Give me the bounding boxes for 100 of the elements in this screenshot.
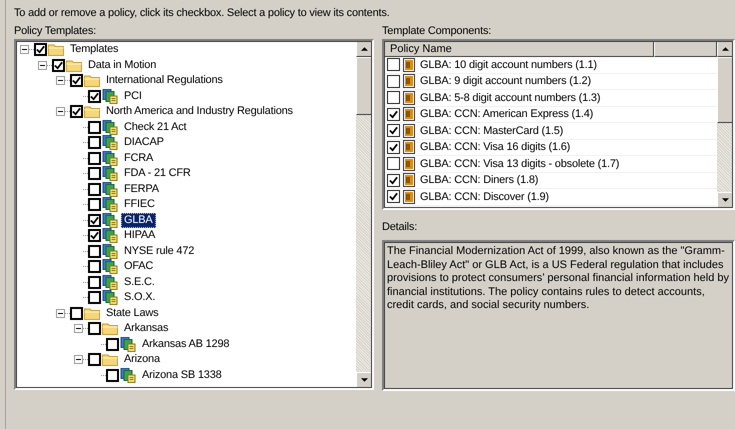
- checkbox[interactable]: [34, 43, 47, 56]
- tree-item[interactable]: NYSE rule 472: [121, 244, 198, 259]
- tree-item[interactable]: North America and Industry Regulations: [103, 104, 296, 120]
- tree-item[interactable]: S.E.C.: [121, 274, 158, 290]
- folder-icon: [84, 105, 100, 118]
- checkbox[interactable]: [387, 74, 400, 88]
- checkbox[interactable]: [387, 91, 400, 104]
- policy-name[interactable]: GLBA: CCN: Visa 13 digits - obsolete (1.7): [420, 158, 620, 170]
- checkbox[interactable]: [88, 136, 101, 150]
- checkbox[interactable]: [88, 198, 101, 212]
- instruction-text: To add or remove a policy, click its checkbox. Select a policy to view its contents.: [14, 6, 390, 21]
- tree-item[interactable]: Arizona: [121, 352, 163, 368]
- scroll-up-button[interactable]: [356, 41, 372, 57]
- policy-name[interactable]: GLBA: CCN: Discover (1.9): [420, 190, 549, 203]
- documents-icon: [102, 197, 118, 212]
- checkbox[interactable]: [88, 229, 101, 242]
- expander-icon[interactable]: [74, 355, 83, 364]
- tree-item[interactable]: Templates: [67, 42, 122, 58]
- tree-item[interactable]: Data in Motion: [85, 58, 160, 73]
- tree-item[interactable]: Arkansas: [121, 321, 172, 336]
- down-arrow-icon: [360, 378, 368, 382]
- checkbox[interactable]: [88, 214, 101, 227]
- policy-icon: [403, 156, 415, 171]
- checkbox[interactable]: [106, 338, 119, 351]
- tree-item[interactable]: Check 21 Act: [121, 120, 190, 135]
- documents-icon: [102, 182, 118, 197]
- checkbox[interactable]: [88, 152, 101, 165]
- checkbox[interactable]: [88, 322, 101, 336]
- tree-item[interactable]: PCI: [121, 88, 145, 104]
- checkbox[interactable]: [387, 140, 400, 154]
- checkbox[interactable]: [387, 157, 400, 170]
- documents-icon: [102, 150, 118, 166]
- tree-item[interactable]: FCRA: [121, 150, 156, 166]
- checkbox[interactable]: [88, 276, 101, 289]
- tree-item[interactable]: DIACAP: [121, 135, 167, 150]
- checkbox[interactable]: [88, 120, 101, 134]
- folder-icon: [84, 306, 100, 320]
- scroll-up-button[interactable]: [717, 41, 733, 57]
- documents-icon: [102, 244, 118, 259]
- checkbox[interactable]: [88, 167, 101, 180]
- expander-icon[interactable]: [74, 324, 83, 334]
- tree-item[interactable]: S.O.X.: [121, 290, 158, 306]
- down-arrow-icon: [722, 198, 728, 202]
- scrollbar-thumb[interactable]: [717, 57, 733, 123]
- checkbox[interactable]: [88, 353, 101, 366]
- checkbox[interactable]: [387, 174, 400, 187]
- policy-name[interactable]: GLBA: CCN: MasterCard (1.5): [420, 124, 564, 137]
- policy-icon: [403, 58, 415, 72]
- checkbox[interactable]: [387, 108, 400, 121]
- tree-item[interactable]: HIPAA: [121, 228, 158, 244]
- checkbox[interactable]: [88, 291, 101, 304]
- tree-item[interactable]: FDA - 21 CFR: [121, 166, 194, 182]
- checkbox[interactable]: [106, 368, 119, 382]
- policy-name[interactable]: GLBA: 9 digit account numbers (1.2): [420, 75, 591, 88]
- expander-icon[interactable]: [20, 45, 29, 54]
- tree-item[interactable]: OFAC: [121, 259, 156, 274]
- folder-icon: [66, 58, 82, 72]
- policy-name[interactable]: GLBA: 5-8 digit account numbers (1.3): [420, 92, 600, 104]
- tree-item[interactable]: State Laws: [103, 306, 162, 321]
- documents-icon: [102, 212, 118, 228]
- documents-icon: [102, 228, 118, 244]
- checkbox[interactable]: [88, 90, 101, 103]
- checkbox[interactable]: [70, 105, 83, 118]
- policy-icon: [403, 90, 415, 105]
- tree-item[interactable]: Arizona SB 1338: [139, 368, 225, 383]
- scroll-down-button[interactable]: [717, 192, 733, 208]
- tree-item[interactable]: FERPA: [121, 182, 162, 197]
- folder-icon: [102, 353, 118, 366]
- expander-icon[interactable]: [56, 107, 65, 116]
- checkbox[interactable]: [387, 124, 400, 138]
- policy-name[interactable]: GLBA: 10 digit account numbers (1.1): [420, 58, 597, 71]
- folder-icon: [48, 43, 64, 56]
- tree-item[interactable]: GLBA: [121, 212, 156, 228]
- checkbox[interactable]: [70, 74, 83, 88]
- checkbox[interactable]: [88, 182, 101, 196]
- documents-icon: [102, 135, 118, 150]
- policy-icon: [403, 107, 415, 122]
- expander-icon[interactable]: [56, 308, 65, 318]
- checkbox[interactable]: [387, 190, 400, 204]
- column-header[interactable]: Policy Name: [384, 41, 654, 57]
- scroll-down-button[interactable]: [356, 372, 372, 388]
- tree-item[interactable]: International Regulations: [103, 73, 226, 88]
- policy-name[interactable]: GLBA: CCN: Diners (1.8): [420, 174, 538, 186]
- expander-icon[interactable]: [38, 60, 47, 70]
- policy-name[interactable]: GLBA: CCN: Visa 16 digits (1.6): [420, 141, 570, 154]
- expander-icon[interactable]: [56, 76, 65, 86]
- documents-icon: [102, 290, 118, 306]
- policy-name[interactable]: GLBA: CCN: American Express (1.4): [420, 108, 594, 120]
- checkbox[interactable]: [52, 58, 65, 72]
- documents-icon: [102, 274, 118, 290]
- checkbox[interactable]: [387, 58, 400, 72]
- column-header[interactable]: [654, 41, 717, 57]
- policy-icon: [403, 190, 415, 204]
- checkbox[interactable]: [88, 244, 101, 258]
- scrollbar-thumb[interactable]: [356, 57, 372, 115]
- tree-item[interactable]: FFIEC: [121, 197, 158, 212]
- folder-icon: [102, 322, 118, 336]
- tree-item[interactable]: Arkansas AB 1298: [139, 336, 232, 352]
- checkbox[interactable]: [88, 260, 101, 274]
- checkbox[interactable]: [70, 306, 83, 320]
